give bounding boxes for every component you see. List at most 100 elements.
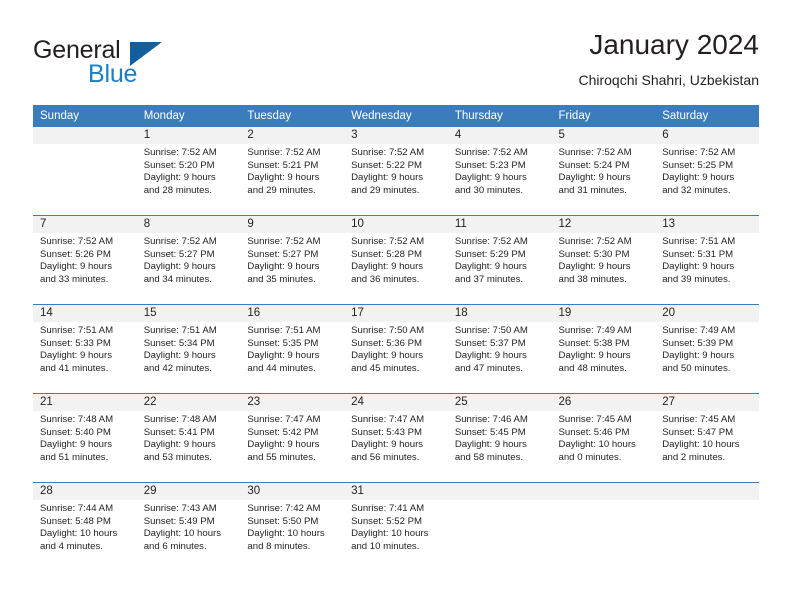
calendar-day-cell[interactable]: 15 Sunrise: 7:51 AM Sunset: 5:34 PM Dayligh… [136,304,241,394]
calendar-day-cell[interactable]: 3 Sunrise: 7:52 AM Sunset: 5:22 PM Daylight… [344,127,448,216]
calendar-day-cell[interactable]: 23 Sunrise: 7:47 AM Sunset: 5:42 PM Dayligh… [240,393,345,483]
calendar-day-cell[interactable]: 6 Sunrise: 7:52 AM Sunset: 5:25 PM Daylight… [655,127,759,216]
calendar-day-cell[interactable]: 16 Sunrise: 7:51 AM Sunset: 5:35 PM Dayligh… [240,304,345,394]
calendar-day-cell[interactable]: 11 Sunrise: 7:52 AM Sunset: 5:29 PM Dayligh… [447,215,552,305]
day-number: 1 [136,127,241,144]
day-cell-inner: 15 Sunrise: 7:51 AM Sunset: 5:34 PM Dayligh… [136,305,241,393]
daylight-duration-line1: Daylight: 9 hours [454,439,527,451]
day-details: Sunrise: 7:52 AM Sunset: 5:29 PM Daylight:… [448,233,552,286]
calendar-day-cell[interactable]: 29 Sunrise: 7:43 AM Sunset: 5:49 PM Dayligh… [136,482,241,571]
calendar-week-row: 1 Sunrise: 7:52 AM Sunset: 5:20 PM Daylight… [33,127,759,216]
day-number: 5 [551,127,656,144]
sunset-time: Sunset: 5:35 PM [247,337,319,349]
calendar-day-cell[interactable]: 25 Sunrise: 7:46 AM Sunset: 5:45 PM Dayligh… [447,393,552,483]
sunset-time: Sunset: 5:43 PM [351,426,423,438]
day-number: 28 [33,483,137,500]
calendar-day-cell[interactable]: 1 Sunrise: 7:52 AM Sunset: 5:20 PM Daylight… [136,127,241,216]
day-details [448,500,552,503]
weekday-header-saturday: Saturday [655,105,759,127]
day-cell-inner: 28 Sunrise: 7:44 AM Sunset: 5:48 PM Dayligh… [33,483,137,571]
daylight-duration-line1: Daylight: 9 hours [662,172,735,184]
calendar-day-cell[interactable]: 13 Sunrise: 7:51 AM Sunset: 5:31 PM Dayligh… [655,215,759,305]
weekday-header-sunday: Sunday [33,105,137,127]
sunrise-time: Sunrise: 7:48 AM [143,414,217,425]
daylight-duration-line2: and 32 minutes. [662,184,731,196]
day-cell-inner: 20 Sunrise: 7:49 AM Sunset: 5:39 PM Dayligh… [655,305,759,393]
day-details: Sunrise: 7:50 AM Sunset: 5:37 PM Daylight:… [448,322,552,375]
calendar-day-cell[interactable]: 22 Sunrise: 7:48 AM Sunset: 5:41 PM Dayligh… [136,393,241,483]
sunrise-time: Sunrise: 7:41 AM [351,503,425,514]
calendar-day-cell[interactable]: 24 Sunrise: 7:47 AM Sunset: 5:43 PM Dayligh… [344,393,448,483]
sunset-time: Sunset: 5:38 PM [558,337,630,349]
sunset-time: Sunset: 5:40 PM [40,426,111,438]
weekday-header-monday: Monday [136,105,241,127]
day-number: 12 [551,216,656,233]
sunrise-time: Sunrise: 7:50 AM [351,325,425,336]
daylight-duration-line2: and 51 minutes. [40,451,109,463]
day-number: 16 [240,305,345,322]
sunrise-time: Sunrise: 7:47 AM [247,414,321,425]
day-cell-inner: 16 Sunrise: 7:51 AM Sunset: 5:35 PM Dayligh… [240,305,345,393]
calendar-day-cell[interactable]: 28 Sunrise: 7:44 AM Sunset: 5:48 PM Dayligh… [33,482,137,571]
sunrise-time: Sunrise: 7:45 AM [662,414,736,425]
calendar-day-cell[interactable]: 27 Sunrise: 7:45 AM Sunset: 5:47 PM Dayligh… [655,393,759,483]
day-cell-inner: 8 Sunrise: 7:52 AM Sunset: 5:27 PM Daylight… [136,216,241,304]
sunset-time: Sunset: 5:33 PM [40,337,111,349]
calendar-day-cell[interactable]: 4 Sunrise: 7:52 AM Sunset: 5:23 PM Daylight… [447,127,552,216]
calendar-day-cell[interactable]: 8 Sunrise: 7:52 AM Sunset: 5:27 PM Daylight… [136,215,241,305]
daylight-duration-line1: Daylight: 9 hours [143,439,216,451]
sunset-time: Sunset: 5:24 PM [558,159,630,171]
day-details [552,500,656,503]
daylight-duration-line2: and 42 minutes. [143,362,212,374]
day-number: 23 [240,394,345,411]
calendar-day-cell[interactable]: 14 Sunrise: 7:51 AM Sunset: 5:33 PM Dayligh… [33,304,137,394]
calendar-day-cell[interactable]: 31 Sunrise: 7:41 AM Sunset: 5:52 PM Dayligh… [344,482,448,571]
calendar-day-cell[interactable]: 2 Sunrise: 7:52 AM Sunset: 5:21 PM Daylight… [240,127,345,216]
calendar-day-cell[interactable]: 18 Sunrise: 7:50 AM Sunset: 5:37 PM Dayligh… [447,304,552,394]
day-details: Sunrise: 7:52 AM Sunset: 5:23 PM Daylight:… [448,144,552,197]
day-number: 17 [344,305,448,322]
day-number: 18 [447,305,552,322]
day-number: 11 [447,216,552,233]
calendar-day-cell[interactable]: 26 Sunrise: 7:45 AM Sunset: 5:46 PM Dayligh… [551,393,656,483]
day-number: 7 [33,216,137,233]
general-blue-logo[interactable]: General Blue [33,36,253,94]
calendar-day-cell[interactable]: 12 Sunrise: 7:52 AM Sunset: 5:30 PM Dayligh… [551,215,656,305]
calendar-day-cell[interactable]: 10 Sunrise: 7:52 AM Sunset: 5:28 PM Dayligh… [344,215,448,305]
day-details: Sunrise: 7:47 AM Sunset: 5:43 PM Daylight:… [344,411,448,464]
calendar-day-cell[interactable]: 30 Sunrise: 7:42 AM Sunset: 5:50 PM Dayligh… [240,482,345,571]
calendar-empty-cell [655,482,759,571]
calendar-day-cell[interactable]: 17 Sunrise: 7:50 AM Sunset: 5:36 PM Dayligh… [344,304,448,394]
sunset-time: Sunset: 5:50 PM [247,515,319,527]
sunset-time: Sunset: 5:23 PM [454,159,526,171]
day-cell-inner [655,483,759,571]
calendar-day-cell[interactable]: 7 Sunrise: 7:52 AM Sunset: 5:26 PM Daylight… [33,215,137,305]
sunset-time: Sunset: 5:26 PM [40,248,111,260]
sunset-time: Sunset: 5:31 PM [662,248,734,260]
calendar-day-cell[interactable]: 9 Sunrise: 7:52 AM Sunset: 5:27 PM Daylight… [240,215,345,305]
sunrise-time: Sunrise: 7:46 AM [454,414,528,425]
day-details: Sunrise: 7:51 AM Sunset: 5:34 PM Daylight:… [137,322,241,375]
sunset-time: Sunset: 5:36 PM [351,337,423,349]
daylight-duration-line1: Daylight: 9 hours [40,261,112,273]
daylight-duration-line2: and 28 minutes. [143,184,212,196]
calendar-day-cell[interactable]: 20 Sunrise: 7:49 AM Sunset: 5:39 PM Dayligh… [655,304,759,394]
daylight-duration-line1: Daylight: 9 hours [662,261,735,273]
calendar-empty-cell [33,127,137,216]
day-number: 19 [551,305,656,322]
calendar-day-cell[interactable]: 21 Sunrise: 7:48 AM Sunset: 5:40 PM Dayligh… [33,393,137,483]
daylight-duration-line2: and 8 minutes. [247,540,311,552]
calendar-week-row: 21 Sunrise: 7:48 AM Sunset: 5:40 PM Dayligh… [33,393,759,483]
calendar-day-cell[interactable]: 5 Sunrise: 7:52 AM Sunset: 5:24 PM Daylight… [551,127,656,216]
calendar-day-cell[interactable]: 19 Sunrise: 7:49 AM Sunset: 5:38 PM Dayligh… [551,304,656,394]
day-number: 30 [240,483,345,500]
daylight-duration-line1: Daylight: 9 hours [40,350,112,362]
day-number: 9 [240,216,345,233]
daylight-duration-line2: and 6 minutes. [143,540,207,552]
day-details: Sunrise: 7:52 AM Sunset: 5:27 PM Daylight:… [240,233,344,286]
day-details: Sunrise: 7:51 AM Sunset: 5:33 PM Daylight:… [33,322,137,375]
day-details: Sunrise: 7:46 AM Sunset: 5:45 PM Daylight:… [448,411,552,464]
day-cell-inner: 17 Sunrise: 7:50 AM Sunset: 5:36 PM Dayligh… [344,305,448,393]
sunset-time: Sunset: 5:39 PM [662,337,734,349]
daylight-duration-line2: and 37 minutes. [454,273,524,285]
